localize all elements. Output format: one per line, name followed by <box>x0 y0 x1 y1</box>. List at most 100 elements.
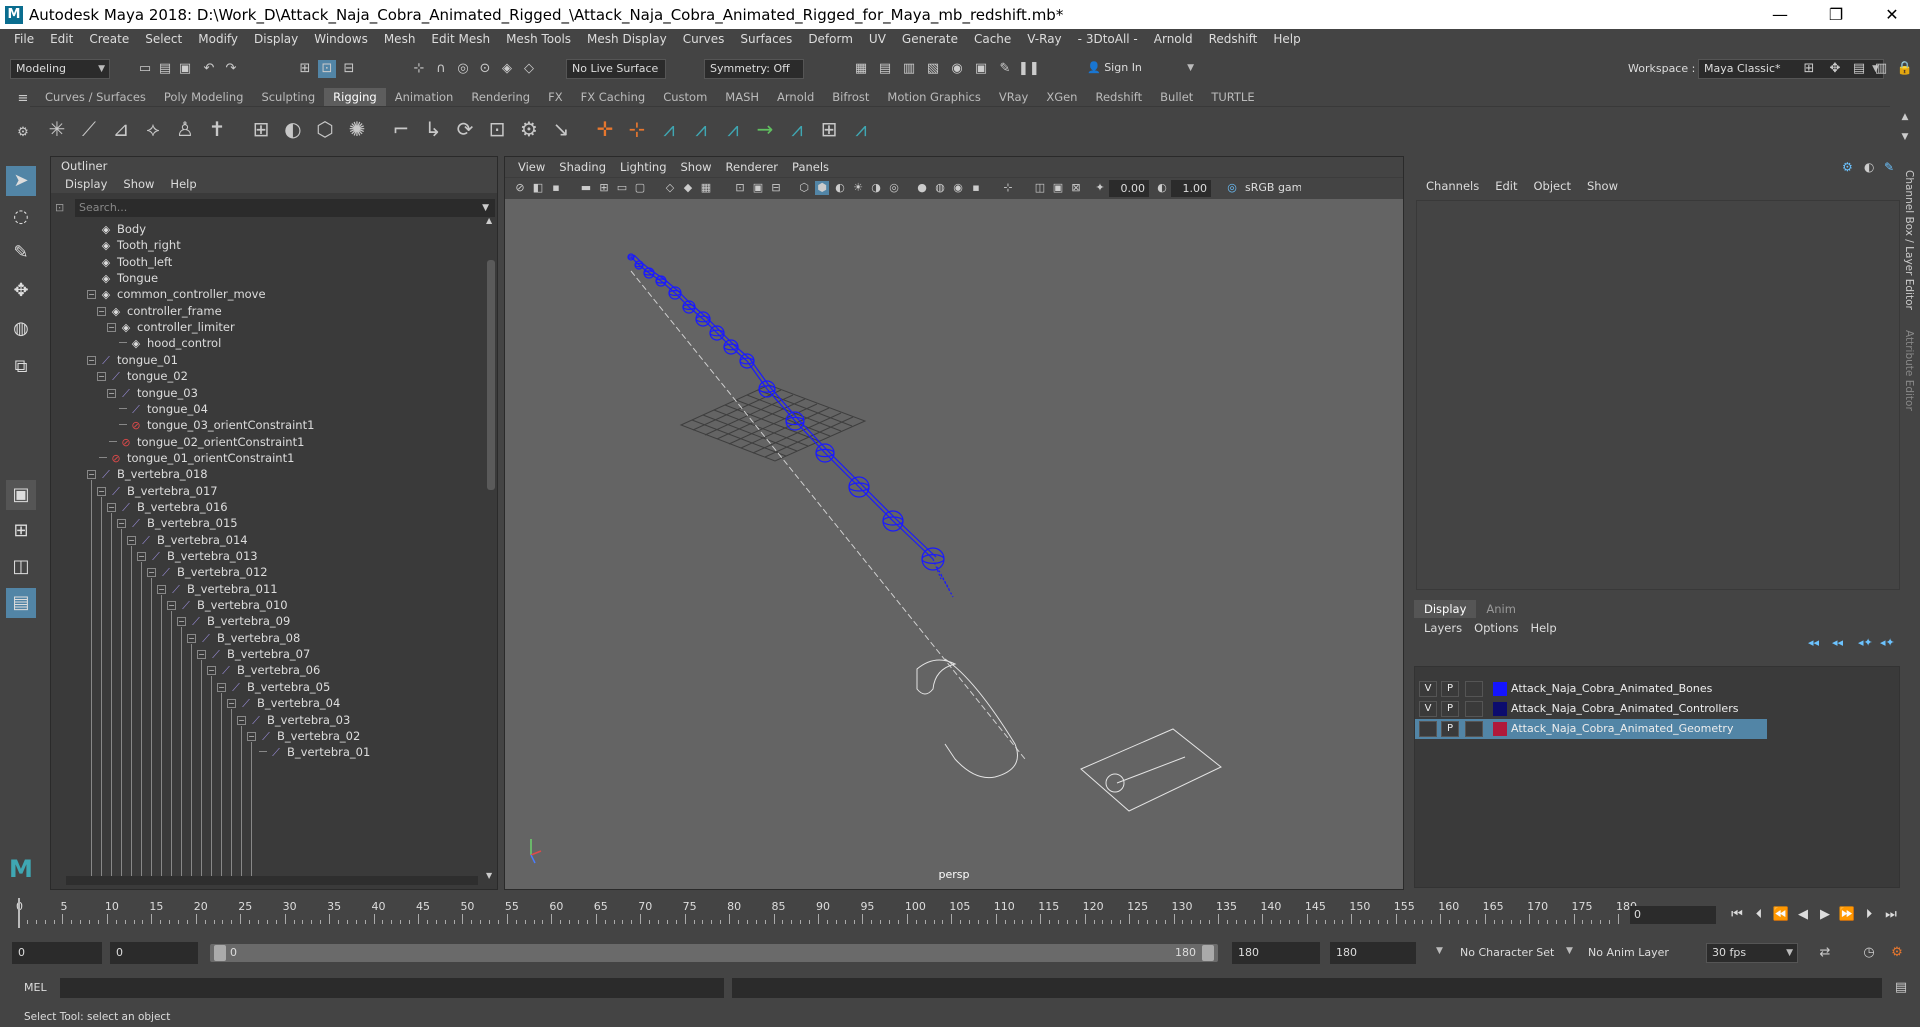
menu-deform[interactable]: Deform <box>800 32 861 46</box>
undo-icon[interactable]: ↶ <box>200 60 218 78</box>
menu-cache[interactable]: Cache <box>966 32 1019 46</box>
layer-menu-options[interactable]: Options <box>1468 618 1524 638</box>
move-layer-down-icon[interactable]: ◂◂ <box>1832 636 1843 649</box>
range-start-handle[interactable] <box>214 945 226 961</box>
layer-visibility-toggle[interactable]: V <box>1419 681 1437 697</box>
lattice-icon[interactable]: ⬡ <box>312 115 338 143</box>
save-scene-icon[interactable]: ▣ <box>176 60 194 78</box>
collapse-toggle-icon[interactable]: − <box>127 535 136 545</box>
shadows-icon[interactable]: ◑ <box>869 181 883 195</box>
select-tool-icon[interactable]: ➤ <box>6 166 36 196</box>
create-joints-icon[interactable]: ✳ <box>44 115 70 143</box>
resolution-gate-icon[interactable]: ▢ <box>633 181 647 195</box>
layer-row[interactable]: V P Attack_Naja_Cobra_Animated_Bones <box>1415 679 1767 699</box>
menu-windows[interactable]: Windows <box>306 32 376 46</box>
grid-toggle-icon[interactable]: ⊞ <box>597 181 611 195</box>
snap-point-icon[interactable]: ◎ <box>454 60 472 78</box>
symmetry-dropdown[interactable]: Symmetry: Off <box>704 59 804 79</box>
current-frame-field[interactable]: 0 <box>1630 906 1716 924</box>
close-button[interactable]: ✕ <box>1864 0 1920 29</box>
collapse-toggle-icon[interactable]: − <box>197 650 206 660</box>
camera-attributes-icon[interactable]: ◧ <box>531 181 545 195</box>
command-input[interactable] <box>60 978 724 998</box>
shelf-tab-curves-surfaces[interactable]: Curves / Surfaces <box>36 88 155 106</box>
outliner-search-input[interactable]: Search... ▼ <box>75 199 495 217</box>
go-to-start-icon[interactable]: ⏮ <box>1726 904 1748 926</box>
auto-key-icon[interactable]: ◷ <box>1860 944 1878 962</box>
channelbox-menu-channels[interactable]: Channels <box>1418 176 1487 196</box>
use-default-material-icon[interactable]: ◐ <box>833 181 847 195</box>
collapse-toggle-icon[interactable]: − <box>107 323 116 333</box>
isolate-icon[interactable]: ◫ <box>1033 181 1047 195</box>
motion-blur-icon[interactable]: ● <box>915 181 929 195</box>
script-language-toggle[interactable]: MEL <box>24 981 47 994</box>
scale-constraint-icon[interactable]: ⩘ <box>784 115 810 143</box>
ipr-start-icon[interactable]: ✎ <box>996 60 1014 78</box>
play-forwards-icon[interactable]: ▶ <box>1814 904 1836 926</box>
menu-modify[interactable]: Modify <box>190 32 246 46</box>
four-view-layout-icon[interactable]: ⊞ <box>6 516 36 546</box>
tab-attribute-editor[interactable]: Attribute Editor <box>1903 330 1915 411</box>
tool-settings-panel-icon[interactable]: ✎ <box>1884 160 1894 174</box>
viewport-panel[interactable]: View Shading Lighting Show Renderer Panels ⊘ … <box>504 156 1404 890</box>
xray-icon[interactable]: ▣ <box>751 181 765 195</box>
collapse-toggle-icon[interactable]: − <box>107 502 116 512</box>
play-backwards-icon[interactable]: ◀ <box>1792 904 1814 926</box>
menu-v-ray[interactable]: V-Ray <box>1019 32 1069 46</box>
viewport-canvas[interactable] <box>505 199 1403 879</box>
move-tool-icon[interactable]: ✥ <box>6 276 36 306</box>
menu-edit[interactable]: Edit <box>42 32 81 46</box>
collapse-toggle-icon[interactable]: − <box>107 388 116 398</box>
shelf-tab-fx[interactable]: FX <box>539 88 572 106</box>
menu-uv[interactable]: UV <box>861 32 894 46</box>
smooth-shade-icon[interactable]: ◆ <box>681 181 695 195</box>
start-time-field[interactable]: 0 <box>12 942 102 964</box>
end-time-field[interactable]: 180 <box>1232 942 1320 964</box>
shelf-tab-mash[interactable]: MASH <box>716 88 769 106</box>
bone-segment[interactable] <box>824 452 860 488</box>
colorspace-dropdown[interactable]: sRGB gamma <box>1245 181 1301 194</box>
layer-menu-help[interactable]: Help <box>1524 618 1562 638</box>
textured-icon[interactable]: ▦ <box>699 181 713 195</box>
orient-joint-icon[interactable]: ⟡ <box>140 115 166 143</box>
shelf-tab-sculpting[interactable]: Sculpting <box>252 88 325 106</box>
bone-segment[interactable] <box>746 360 768 390</box>
collapse-toggle-icon[interactable]: − <box>97 306 106 316</box>
viewport-menu-panels[interactable]: Panels <box>785 160 836 174</box>
shelf-tab-custom[interactable]: Custom <box>654 88 717 106</box>
restore-button[interactable]: ❐ <box>1808 0 1864 29</box>
shelf-tab-xgen[interactable]: XGen <box>1037 88 1087 106</box>
move-layer-up-icon[interactable]: ◂◂ <box>1808 636 1819 649</box>
image-plane-icon[interactable]: ▬ <box>579 181 593 195</box>
two-sided-lighting-icon[interactable]: ⊹ <box>1001 181 1015 195</box>
time-slider[interactable]: 0510152025303540455055606570758085909510… <box>16 898 1638 928</box>
outliner-horizontal-scrollbar[interactable] <box>66 876 478 885</box>
menu-surfaces[interactable]: Surfaces <box>732 32 800 46</box>
channelbox-icon[interactable]: ⚙ <box>1842 160 1853 174</box>
select-object-icon[interactable]: ⊡ <box>318 60 336 78</box>
rotate-tool-icon[interactable]: ◍ <box>6 314 36 344</box>
shelf-scroll-down-icon[interactable]: ▼ <box>1896 128 1914 146</box>
bookmarks-icon[interactable]: ▪ <box>549 181 563 195</box>
search-dropdown-icon[interactable]: ▼ <box>482 199 489 217</box>
layer-menu-layers[interactable]: Layers <box>1418 618 1468 638</box>
snap-plane-icon[interactable]: ◇ <box>520 60 538 78</box>
collapse-toggle-icon[interactable]: − <box>247 731 256 741</box>
step-forward-frame-icon[interactable]: ⏵ <box>1858 904 1880 926</box>
render-view-icon[interactable]: ▦ <box>852 60 870 78</box>
collapse-toggle-icon[interactable]: − <box>177 617 186 627</box>
shelf-tab-poly-modeling[interactable]: Poly Modeling <box>154 88 253 106</box>
menu-curves[interactable]: Curves <box>675 32 733 46</box>
bind-skin-icon[interactable]: ⊞ <box>248 115 274 143</box>
bone-segment[interactable] <box>892 520 934 560</box>
step-back-frame-icon[interactable]: ⏴ <box>1748 904 1770 926</box>
layer-playback-toggle[interactable]: P <box>1441 701 1459 717</box>
isolate-select-icon[interactable]: ⊡ <box>733 181 747 195</box>
film-gate-icon[interactable]: ▭ <box>615 181 629 195</box>
exposure-icon[interactable]: ⊠ <box>1069 181 1083 195</box>
insert-joint-icon[interactable]: ⟋ <box>76 115 102 143</box>
snap-curve-icon[interactable]: ∩ <box>432 60 450 78</box>
layer-playback-toggle[interactable]: P <box>1441 681 1459 697</box>
collapse-toggle-icon[interactable]: − <box>97 486 106 496</box>
pole-vector-icon[interactable]: ⊹ <box>624 115 650 143</box>
